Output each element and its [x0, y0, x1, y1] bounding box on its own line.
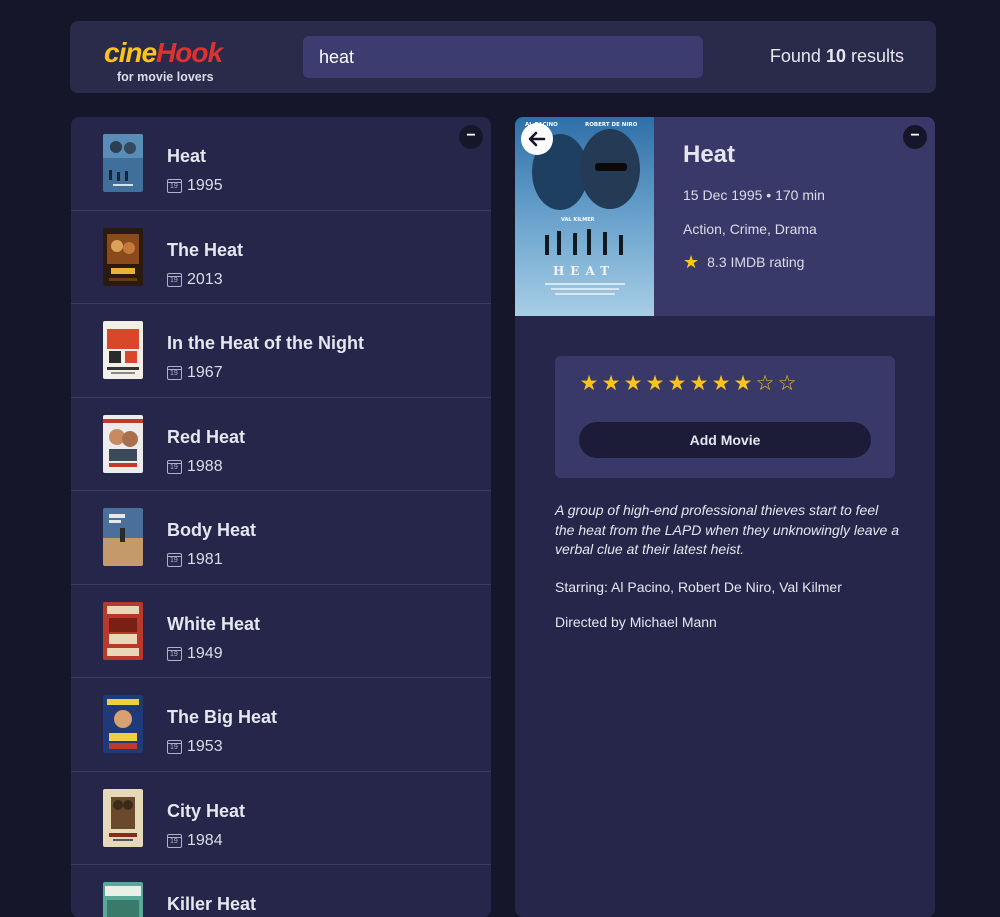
star-filled-icon[interactable]: ★: [711, 373, 731, 394]
movie-title: Heat: [167, 146, 207, 166]
minus-icon[interactable]: [903, 125, 927, 149]
star-rating[interactable]: ★ ★ ★ ★ ★ ★ ★ ★ ☆ ☆: [579, 373, 797, 394]
movie-title: Killer Heat: [167, 894, 257, 914]
movie-poster: [103, 788, 143, 847]
star-filled-icon[interactable]: ★: [579, 373, 599, 394]
details-title: Heat: [683, 141, 736, 168]
poster-credit-mid: VAL KILMER: [561, 217, 595, 223]
add-movie-button[interactable]: Add Movie: [579, 422, 871, 458]
calendar-icon: [167, 272, 182, 287]
star-icon: ★: [683, 252, 700, 272]
list-item[interactable]: City Heat 1984: [71, 772, 491, 865]
results-prefix: Found: [769, 46, 821, 66]
movie-poster: [103, 601, 143, 660]
poster-title-text: HEAT: [553, 264, 615, 278]
calendar-icon: [167, 459, 182, 474]
minus-icon[interactable]: [459, 125, 483, 149]
details-panel: HEAT AL PACINO ROBERT DE NIRO VAL KILMER…: [515, 117, 935, 917]
list-item[interactable]: White Heat 1949: [71, 585, 491, 678]
runtime: 170 min: [775, 187, 825, 203]
movie-year: 1953: [167, 738, 223, 756]
logo: cineHook for movie lovers: [104, 35, 244, 84]
movie-poster: [103, 882, 143, 917]
movie-year-value: 2013: [187, 270, 223, 288]
results-panel: Heat 1995 The Heat 2013 In the Heat of t…: [71, 117, 491, 917]
movie-year-value: 1984: [187, 831, 223, 849]
calendar-icon: [167, 366, 182, 380]
imdb-rating: ★ 8.3 IMDB rating: [683, 252, 805, 272]
imdb-rating-value: 8.3: [707, 254, 727, 270]
star-filled-icon[interactable]: ★: [623, 373, 643, 394]
movie-title: Red Heat: [167, 426, 246, 447]
arrow-left-icon: [528, 131, 546, 147]
search-input[interactable]: [303, 36, 703, 78]
movie-year: 1949: [167, 645, 223, 663]
meta-separator: •: [766, 187, 772, 203]
movie-year: 1988: [167, 458, 223, 476]
movie-title: City Heat: [167, 800, 246, 821]
calendar-icon: [167, 553, 182, 567]
movie-year: 1981: [167, 551, 223, 569]
navbar: cineHook for movie lovers Found 10 resul…: [70, 21, 936, 93]
genres: Action, Crime, Drama: [683, 221, 817, 237]
director: Directed by Michael Mann: [555, 614, 717, 630]
plot-summary: A group of high-end professional thieves…: [555, 502, 899, 557]
star-filled-icon[interactable]: ★: [733, 373, 753, 394]
movie-year-value: 1981: [187, 551, 223, 568]
movie-year: 1995: [167, 177, 223, 195]
star-empty-icon[interactable]: ☆: [755, 373, 775, 394]
movie-title: The Heat: [167, 239, 244, 260]
movie-poster: [103, 695, 143, 754]
logo-wordmark: cineHook: [104, 35, 223, 71]
list-item[interactable]: Body Heat 1981: [71, 491, 491, 585]
movie-year-value: 1953: [187, 738, 223, 755]
movie-year: 1967: [167, 364, 223, 382]
movie-year-value: 1988: [187, 457, 223, 475]
details-header: HEAT AL PACINO ROBERT DE NIRO VAL KILMER…: [515, 117, 935, 316]
release-date: 15 Dec 1995: [683, 187, 763, 203]
list-item[interactable]: In the Heat of the Night 1967: [71, 304, 491, 398]
star-filled-icon[interactable]: ★: [645, 373, 665, 394]
calendar-icon: [167, 646, 182, 661]
movie-year: 2013: [167, 271, 223, 289]
list-item[interactable]: Red Heat 1988: [71, 398, 491, 491]
logo-part-cine: cine: [104, 37, 157, 68]
movie-year-value: 1995: [187, 177, 223, 194]
movie-title: In the Heat of the Night: [167, 333, 364, 353]
movie-year-value: 1967: [187, 364, 223, 381]
movie-year: 1984: [167, 832, 223, 850]
list-item[interactable]: The Heat 2013: [71, 211, 491, 304]
imdb-rating-label: IMDB rating: [730, 254, 805, 270]
calendar-icon: [167, 740, 182, 754]
movie-poster: [103, 134, 143, 193]
user-rating-box: ★ ★ ★ ★ ★ ★ ★ ★ ☆ ☆ Add Movie: [555, 356, 895, 478]
logo-tagline: for movie lovers: [117, 70, 214, 84]
list-item[interactable]: Heat 1995: [71, 117, 491, 211]
results-count: Found 10 results: [770, 46, 904, 67]
results-suffix: results: [850, 46, 904, 66]
star-empty-icon[interactable]: ☆: [777, 373, 797, 394]
movie-poster: [103, 508, 143, 567]
calendar-icon: [167, 179, 182, 193]
star-filled-icon[interactable]: ★: [667, 373, 687, 394]
list-item[interactable]: Killer Heat: [71, 865, 491, 917]
results-number: 10: [825, 46, 846, 66]
poster-credit-right: ROBERT DE NIRO: [585, 122, 638, 128]
movie-poster: [103, 321, 143, 380]
calendar-icon: [167, 833, 182, 848]
movie-poster: [103, 414, 143, 473]
movie-title: White Heat: [167, 613, 261, 634]
star-filled-icon[interactable]: ★: [601, 373, 621, 394]
movie-title: The Big Heat: [167, 707, 278, 727]
back-button[interactable]: [521, 123, 553, 155]
logo-part-hook: Hook: [156, 37, 223, 68]
movie-list: Heat 1995 The Heat 2013 In the Heat of t…: [71, 117, 491, 917]
star-filled-icon[interactable]: ★: [689, 373, 709, 394]
movie-year-value: 1949: [187, 644, 223, 662]
release-date-runtime: 15 Dec 1995 • 170 min: [683, 187, 825, 203]
list-item[interactable]: The Big Heat 1953: [71, 678, 491, 772]
movie-title: Body Heat: [167, 520, 257, 540]
movie-poster: [103, 227, 143, 286]
starring: Starring: Al Pacino, Robert De Niro, Val…: [555, 579, 842, 595]
